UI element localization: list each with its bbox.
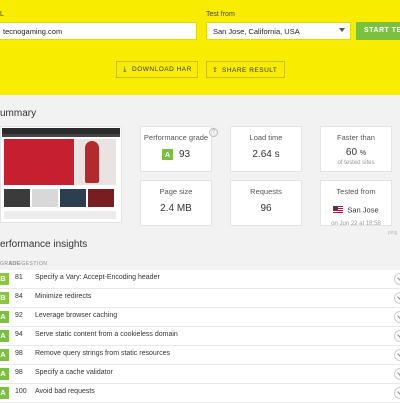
suggestion-column-header: SUGGESTION <box>9 261 48 267</box>
suggestion-text: Remove query strings from static resourc… <box>35 350 170 357</box>
grade-badge: A <box>0 387 9 399</box>
expand-chevron-icon[interactable] <box>394 292 400 304</box>
tested-from-label: Tested from <box>336 187 376 196</box>
us-flag-icon <box>333 206 344 214</box>
test-from-label: Test from <box>206 11 235 18</box>
table-row[interactable]: A 98 Remove query strings from static reso… <box>0 346 400 365</box>
grade-score: 81 <box>15 274 23 281</box>
suggestion-text: Minimize redirects <box>35 293 92 300</box>
table-row[interactable]: B 84 Minimize redirects <box>0 289 400 308</box>
suggestion-text: Leverage browser caching <box>35 312 118 319</box>
test-form-header <box>0 0 400 95</box>
expand-chevron-icon[interactable] <box>394 349 400 361</box>
grade-badge: B <box>0 273 9 285</box>
faster-than-label: Faster than <box>337 133 375 142</box>
page-size-card: Page size 2.4 MB <box>140 180 212 226</box>
info-icon[interactable]: ? <box>209 128 218 137</box>
share-result-button[interactable]: ⇪ SHARE RESULT <box>206 61 285 78</box>
table-row[interactable]: A 94 Serve static content from a cookieles… <box>0 327 400 346</box>
suggestion-text: Serve static content from a cookieless d… <box>35 331 178 338</box>
load-time-value: 2.64 s <box>252 149 280 160</box>
faster-than-unit: % <box>359 150 367 157</box>
download-icon: ⤓ <box>123 66 127 73</box>
download-har-button[interactable]: ⤓ DOWNLOAD HAR <box>116 61 198 78</box>
faster-than-value: 60 <box>345 147 358 158</box>
requests-label: Requests <box>250 187 282 196</box>
grade-score: 92 <box>15 312 23 319</box>
performance-score: 93 <box>178 149 191 160</box>
page-screenshot-thumbnail <box>0 126 122 223</box>
load-time-label: Load time <box>249 133 283 142</box>
expand-chevron-icon[interactable] <box>394 387 400 399</box>
share-result-label: SHARE RESULT <box>222 67 278 74</box>
grade-badge: B <box>0 292 9 304</box>
performance-grade-label: Performance grade <box>143 133 209 142</box>
performance-insights-heading: erformance insights <box>0 239 88 250</box>
share-icon: ⇪ <box>211 67 219 74</box>
url-label: L <box>0 11 4 18</box>
expand-chevron-icon[interactable] <box>394 311 400 323</box>
tested-from-location: San Jose <box>347 205 379 215</box>
grade-score: 84 <box>15 293 23 300</box>
grade-score: 94 <box>15 331 23 338</box>
grade-score: 100 <box>15 388 27 395</box>
load-time-card: Load time 2.64 s <box>230 126 302 172</box>
page-size-label: Page size <box>159 187 193 196</box>
grade-score: 98 <box>15 369 23 376</box>
expand-chevron-icon[interactable] <box>394 273 400 285</box>
requests-value: 96 <box>260 203 272 214</box>
table-row[interactable]: A 98 Specify a cache validator <box>0 365 400 384</box>
page-size-value: 2.4 MB <box>160 203 192 214</box>
pingdom-note: ping <box>388 230 398 236</box>
test-location-value: San Jose, California, USA <box>213 27 300 36</box>
table-row[interactable]: A 92 Leverage browser caching <box>0 308 400 327</box>
faster-than-subtext: of tested sites <box>337 160 375 166</box>
expand-chevron-icon[interactable] <box>394 368 400 380</box>
grade-score: 98 <box>15 350 23 357</box>
url-input[interactable]: tecnogaming.com <box>0 22 197 40</box>
expand-chevron-icon[interactable] <box>394 330 400 342</box>
performance-grade-badge: A <box>161 149 173 160</box>
chevron-down-icon <box>339 28 345 32</box>
grade-badge: A <box>0 349 9 361</box>
download-har-label: DOWNLOAD HAR <box>132 66 192 73</box>
grade-badge: A <box>0 330 9 342</box>
summary-heading: ummary <box>0 108 37 119</box>
performance-grade-card: Performance grade A 93 <box>140 126 212 172</box>
tested-from-card: Tested from San Jose on Jun 22 at 18:58 <box>320 180 392 227</box>
table-row[interactable]: B 81 Specify a Vary: Accept-Encoding heade… <box>0 270 400 289</box>
suggestion-text: Avoid bad requests <box>35 388 95 395</box>
grade-badge: A <box>0 368 9 380</box>
test-location-select[interactable]: San Jose, California, USA <box>206 22 351 40</box>
insights-table-header: GRADE SUGGESTION <box>0 259 400 269</box>
insights-table-body: B 81 Specify a Vary: Accept-Encoding heade… <box>0 270 400 403</box>
suggestion-text: Specify a Vary: Accept-Encoding header <box>35 274 160 281</box>
suggestion-text: Specify a cache validator <box>35 369 113 376</box>
requests-card: Requests 96 <box>230 180 302 226</box>
tested-from-date: on Jun 22 at 18:58 <box>331 221 381 227</box>
faster-than-card: Faster than 60 % of tested sites <box>320 126 392 172</box>
grade-badge: A <box>0 311 9 323</box>
table-row[interactable]: A 100 Avoid bad requests <box>0 384 400 403</box>
start-test-button[interactable]: START TEST <box>356 22 400 40</box>
